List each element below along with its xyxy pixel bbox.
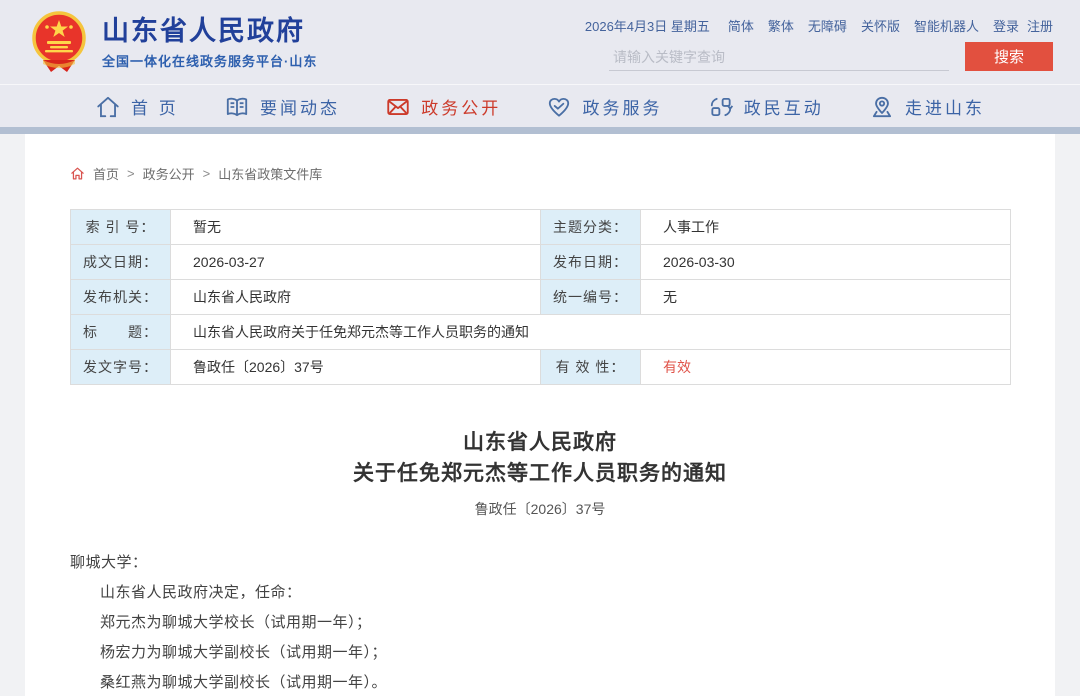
site-header: 山东省人民政府 全国一体化在线政务服务平台·山东 2026年4月3日 星期五 简… <box>0 0 1080 134</box>
nav-label: 首 页 <box>131 94 179 119</box>
site-logo[interactable]: 山东省人民政府 全国一体化在线政务服务平台·山东 <box>30 10 317 74</box>
document-number-label: 发文字号： <box>71 350 171 385</box>
table-row: 发布机关： 山东省人民政府 统一编号： 无 <box>71 280 1011 315</box>
register-link[interactable]: 注册 <box>1027 16 1053 35</box>
page: 山东省人民政府 全国一体化在线政务服务平台·山东 2026年4月3日 星期五 简… <box>0 0 1080 696</box>
document-metadata-table: 索 引 号： 暂无 主题分类： 人事工作 成文日期： 2026-03-27 发布… <box>70 209 1011 385</box>
link-accessibility[interactable]: 无障碍 <box>808 16 847 35</box>
nav-item-about-shandong[interactable]: 走进山东 <box>869 94 985 120</box>
breadcrumb: 首页 > 政务公开 > 山东省政策文件库 <box>70 134 1010 183</box>
site-subtitle: 全国一体化在线政务服务平台·山东 <box>102 51 317 70</box>
document-number: 鲁政任〔2026〕37号 <box>70 499 1010 519</box>
issuing-agency-value: 山东省人民政府 <box>171 280 541 315</box>
nav-item-services[interactable]: 政务服务 <box>546 94 662 120</box>
document-header: 山东省人民政府 关于任免郑元杰等工作人员职务的通知 鲁政任〔2026〕37号 <box>70 427 1010 519</box>
nav-item-interaction[interactable]: 政民互动 <box>708 94 824 120</box>
document-body: 聊城大学： 山东省人民政府决定，任命： 郑元杰为聊城大学校长（试用期一年）； 杨… <box>70 555 1010 691</box>
map-pin-icon <box>869 94 895 120</box>
nav-item-home[interactable]: 首 页 <box>95 94 179 120</box>
breadcrumb-separator: > <box>127 166 135 181</box>
interaction-icon <box>708 94 734 120</box>
nav-label: 政务服务 <box>582 94 662 119</box>
nav-label: 要闻动态 <box>260 94 340 119</box>
link-care-version[interactable]: 关怀版 <box>861 16 900 35</box>
document-title-line1: 山东省人民政府 <box>70 427 1010 458</box>
mail-icon <box>385 94 411 120</box>
written-date-value: 2026-03-27 <box>171 245 541 280</box>
main-nav: 首 页 要闻动态 政务公开 <box>0 84 1080 127</box>
topic-category-label: 主题分类： <box>541 210 641 245</box>
issuing-agency-label: 发布机关： <box>71 280 171 315</box>
publish-date-value: 2026-03-30 <box>641 245 1011 280</box>
nav-item-open-government[interactable]: 政务公开 <box>385 94 501 120</box>
paragraph-appointment-3: 桑红燕为聊城大学副校长（试用期一年）。 <box>70 675 1010 691</box>
nav-label: 走进山东 <box>905 94 985 119</box>
validity-label: 有 效 性： <box>541 350 641 385</box>
paragraph-appointment-2: 杨宏力为聊城大学副校长（试用期一年）； <box>70 645 1010 661</box>
topic-category-value: 人事工作 <box>641 210 1011 245</box>
main-content: 首页 > 政务公开 > 山东省政策文件库 索 引 号： 暂无 主题分类： 人事工… <box>25 134 1055 696</box>
title-label: 标 题： <box>71 315 171 350</box>
table-row: 发文字号： 鲁政任〔2026〕37号 有 效 性： 有效 <box>71 350 1011 385</box>
document-number-value: 鲁政任〔2026〕37号 <box>171 350 541 385</box>
paragraph-appointment-1: 郑元杰为聊城大学校长（试用期一年）； <box>70 615 1010 631</box>
table-row: 标 题： 山东省人民政府关于任免郑元杰等工作人员职务的通知 <box>71 315 1011 350</box>
link-smart-robot[interactable]: 智能机器人 <box>914 16 979 35</box>
document-title-line2: 关于任免郑元杰等工作人员职务的通知 <box>70 458 1010 489</box>
link-simplified[interactable]: 简体 <box>728 16 754 35</box>
login-link[interactable]: 登录 <box>993 16 1019 35</box>
nav-item-news[interactable]: 要闻动态 <box>224 94 340 120</box>
search-input[interactable] <box>609 43 949 71</box>
table-row: 成文日期： 2026-03-27 发布日期： 2026-03-30 <box>71 245 1011 280</box>
breadcrumb-separator: > <box>203 166 211 181</box>
home-icon <box>95 94 121 120</box>
paragraph-decision: 山东省人民政府决定，任命： <box>70 585 1010 601</box>
index-number-label: 索 引 号： <box>71 210 171 245</box>
site-title: 山东省人民政府 <box>102 15 317 47</box>
written-date-label: 成文日期： <box>71 245 171 280</box>
breadcrumb-home[interactable]: 首页 <box>93 164 119 183</box>
book-icon <box>224 94 250 120</box>
national-emblem-icon <box>30 10 88 74</box>
unified-number-value: 无 <box>641 280 1011 315</box>
table-row: 索 引 号： 暂无 主题分类： 人事工作 <box>71 210 1011 245</box>
breadcrumb-open-government[interactable]: 政务公开 <box>143 164 195 183</box>
home-icon <box>70 166 85 181</box>
paragraph-addressee: 聊城大学： <box>70 555 1010 571</box>
header-divider <box>0 127 1080 134</box>
unified-number-label: 统一编号： <box>541 280 641 315</box>
nav-label: 政务公开 <box>421 94 501 119</box>
current-date: 2026年4月3日 星期五 <box>585 16 710 35</box>
nav-label: 政民互动 <box>744 94 824 119</box>
title-value: 山东省人民政府关于任免郑元杰等工作人员职务的通知 <box>171 315 1011 350</box>
breadcrumb-policy-library[interactable]: 山东省政策文件库 <box>218 164 322 183</box>
meta-bar: 2026年4月3日 星期五 简体 繁体 无障碍 关怀版 智能机器人 登录 注册 <box>585 16 1053 35</box>
publish-date-label: 发布日期： <box>541 245 641 280</box>
heart-icon <box>546 94 572 120</box>
index-number-value: 暂无 <box>171 210 541 245</box>
search-button[interactable]: 搜索 <box>965 42 1053 71</box>
search-bar: 搜索 <box>609 42 1053 71</box>
link-traditional[interactable]: 繁体 <box>768 16 794 35</box>
validity-value: 有效 <box>641 350 1011 385</box>
